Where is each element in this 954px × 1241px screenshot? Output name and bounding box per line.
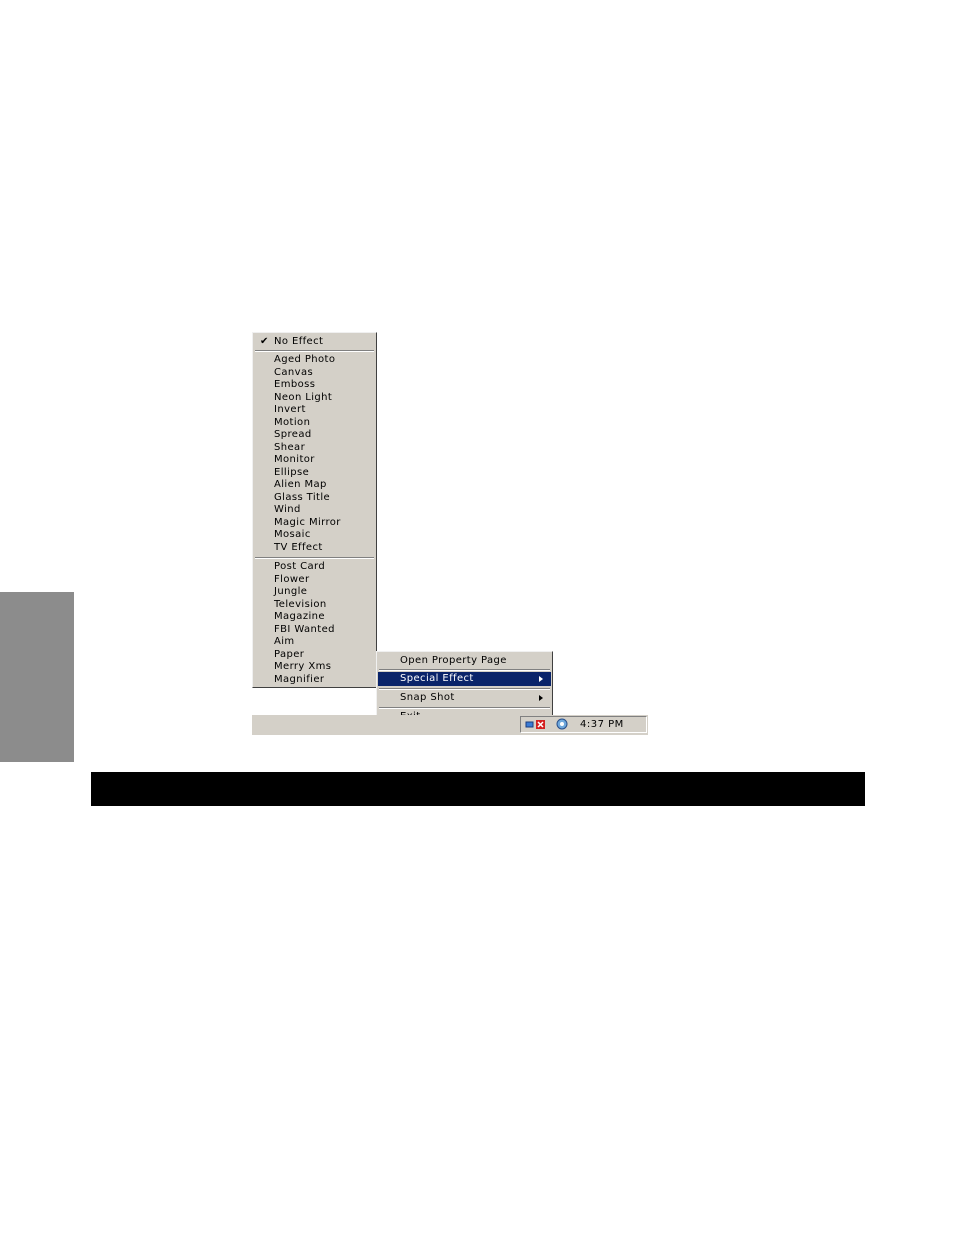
menu-item-monitor[interactable]: Monitor — [254, 454, 375, 466]
menu-separator — [255, 350, 374, 352]
menu-item-paper[interactable]: Paper — [254, 649, 375, 661]
menu-separator — [379, 688, 550, 690]
menu-item-label: FBI Wanted — [274, 623, 335, 635]
menu-separator — [379, 707, 550, 709]
menu-item-alien-map[interactable]: Alien Map — [254, 479, 375, 491]
menu-item-fbi-wanted[interactable]: FBI Wanted — [254, 624, 375, 636]
menu-item-post-card[interactable]: Post Card — [254, 561, 375, 573]
menu-item-special-effect[interactable]: Special Effect — [378, 672, 551, 686]
menu-item-label: Aged Photo — [274, 354, 336, 365]
menu-item-no-effect[interactable]: ✔ No Effect — [254, 336, 375, 348]
menu-item-canvas[interactable]: Canvas — [254, 367, 375, 379]
close-x-icon[interactable] — [536, 720, 545, 729]
menu-separator — [255, 557, 374, 559]
menu-item-label: Motion — [274, 416, 311, 428]
menu-item-label: Neon Light — [274, 391, 333, 403]
menu-item-motion[interactable]: Motion — [254, 417, 375, 429]
menu-item-glass-title[interactable]: Glass Title — [254, 492, 375, 504]
menu-item-label: Monitor — [274, 454, 315, 465]
menu-item-open-property-page[interactable]: Open Property Page — [378, 654, 551, 668]
menu-item-label: Television — [274, 598, 327, 610]
menu-item-label: Glass Title — [274, 491, 331, 503]
menu-item-label: Flower — [274, 573, 310, 585]
menu-item-label: Mosaic — [274, 529, 311, 540]
menu-item-label: Canvas — [274, 366, 314, 378]
menu-item-flower[interactable]: Flower — [254, 574, 375, 586]
menu-item-shear[interactable]: Shear — [254, 442, 375, 454]
menu-item-label: Wind — [274, 504, 301, 515]
submenu-arrow-icon — [539, 695, 543, 701]
menu-item-invert[interactable]: Invert — [254, 404, 375, 416]
menu-item-magic-mirror[interactable]: Magic Mirror — [254, 517, 375, 529]
submenu-arrow-icon — [539, 676, 543, 682]
menu-item-label: Emboss — [274, 379, 316, 390]
menu-item-label: Alien Map — [274, 479, 327, 490]
menu-item-snap-shot[interactable]: Snap Shot — [378, 691, 551, 705]
menu-item-neon-light[interactable]: Neon Light — [254, 392, 375, 404]
clock-time[interactable]: 4:37 PM — [580, 719, 624, 731]
checkmark-icon: ✔ — [260, 336, 269, 347]
menu-item-label: TV Effect — [274, 541, 323, 553]
menu-item-label: No Effect — [274, 336, 324, 347]
menu-item-label: Magnifier — [274, 673, 325, 685]
menu-item-label: Special Effect — [400, 673, 474, 684]
menu-item-ellipse[interactable]: Ellipse — [254, 467, 375, 479]
menu-item-label: Paper — [274, 648, 305, 660]
side-tab — [0, 592, 74, 762]
menu-item-mosaic[interactable]: Mosaic — [254, 529, 375, 541]
menu-item-emboss[interactable]: Emboss — [254, 379, 375, 391]
menu-item-label: Ellipse — [274, 466, 310, 478]
menu-item-label: Invert — [274, 404, 306, 415]
camera-app-icon[interactable] — [556, 718, 568, 730]
menu-item-label: Merry Xms — [274, 661, 332, 672]
menu-item-magazine[interactable]: Magazine — [254, 611, 375, 623]
banner-bar — [91, 772, 865, 806]
menu-item-label: Spread — [274, 429, 312, 440]
menu-item-magnifier[interactable]: Magnifier — [254, 674, 375, 686]
effects-submenu: ✔ No Effect Aged Photo Canvas Emboss Neon L… — [252, 332, 377, 688]
menu-separator — [379, 669, 550, 671]
menu-item-label: Aim — [274, 636, 295, 647]
menu-item-tv-effect[interactable]: TV Effect — [254, 542, 375, 554]
menu-item-label: Snap Shot — [400, 692, 455, 703]
menu-item-television[interactable]: Television — [254, 599, 375, 611]
menu-item-aim[interactable]: Aim — [254, 636, 375, 648]
menu-item-label: Magazine — [274, 611, 325, 622]
menu-item-wind[interactable]: Wind — [254, 504, 375, 516]
menu-item-label: Open Property Page — [400, 655, 507, 666]
menu-item-label: Jungle — [274, 586, 308, 597]
menu-item-label: Shear — [274, 441, 306, 453]
menu-item-spread[interactable]: Spread — [254, 429, 375, 441]
network-icon[interactable] — [525, 720, 534, 729]
menu-item-merry-xms[interactable]: Merry Xms — [254, 661, 375, 673]
menu-item-aged-photo[interactable]: Aged Photo — [254, 354, 375, 366]
menu-item-label: Magic Mirror — [274, 516, 341, 528]
menu-item-jungle[interactable]: Jungle — [254, 586, 375, 598]
menu-item-label: Post Card — [274, 561, 326, 572]
